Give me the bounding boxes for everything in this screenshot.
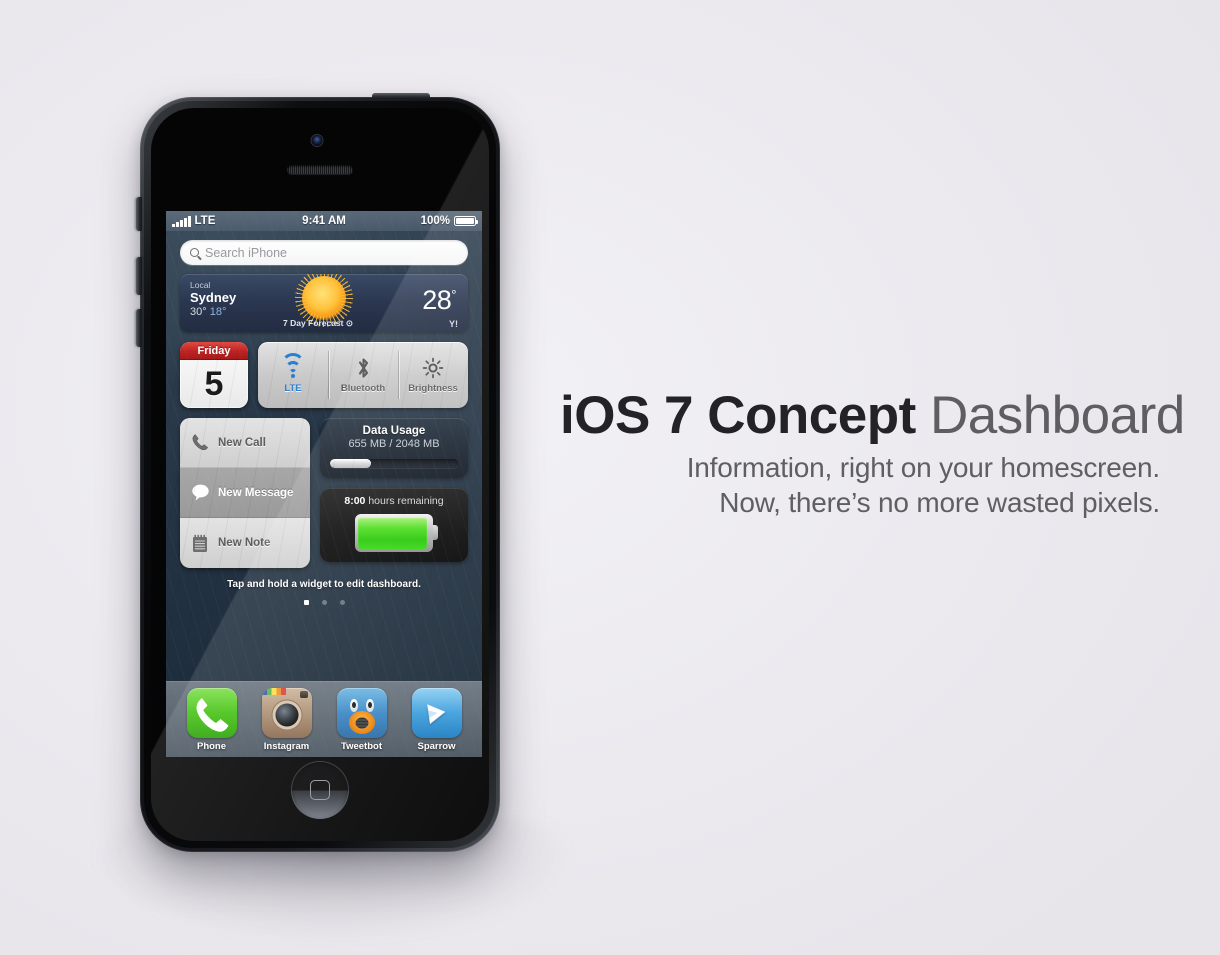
weather-widget[interactable]: Local Sydney 30° 18° 28° 7 Day Forecast … <box>180 274 468 332</box>
dock-app-phone-label: Phone <box>196 741 227 752</box>
volume-down-button[interactable] <box>136 309 142 347</box>
sun-icon <box>302 276 346 320</box>
quick-actions-widget: New Call New Message New Note <box>180 418 310 568</box>
dock-app-tweetbot-label: Tweetbot <box>341 741 382 752</box>
seven-day-forecast-link[interactable]: 7 Day Forecast ⊙ <box>283 318 353 329</box>
home-square-icon <box>310 780 330 800</box>
page-title: iOS 7 Concept Dashboard <box>560 386 1185 445</box>
data-usage-value: 655 MB / 2048 MB <box>348 438 440 450</box>
action-new-note-label: New Note <box>218 537 271 549</box>
data-usage-title: Data Usage <box>362 425 426 437</box>
bluetooth-icon <box>356 357 371 379</box>
page-subtitle: Information, right on your homescreen. N… <box>560 451 1161 520</box>
power-button[interactable] <box>372 93 430 99</box>
weather-high: 30° <box>190 305 207 318</box>
search-icon <box>190 248 199 257</box>
page-dot-1[interactable] <box>303 600 309 605</box>
wifi-icon <box>281 352 305 379</box>
battery-remaining-label: 8:00 hours remaining <box>328 495 460 507</box>
status-bar-right: 100% <box>346 215 479 227</box>
carrier-label: LTE <box>194 215 216 227</box>
status-bar: LTE 9:41 AM 100% <box>166 211 482 231</box>
status-bar-left: LTE <box>172 215 302 227</box>
weather-current-temp: 28° <box>422 285 456 316</box>
widgets-row: New Call New Message New Note Data Usage… <box>180 418 468 568</box>
home-button[interactable] <box>291 761 349 819</box>
data-usage-progress-fill <box>330 459 371 468</box>
sparrow-app-icon <box>411 688 462 738</box>
battery-graphic <box>355 514 438 552</box>
tweetbot-app-icon <box>336 688 387 738</box>
signal-strength-icon <box>172 216 191 227</box>
speech-bubble-icon <box>190 483 210 503</box>
action-new-call[interactable]: New Call <box>180 418 310 468</box>
app-dock: Phone Instagram Tweetbot Sparrow <box>166 681 482 757</box>
volume-up-button[interactable] <box>136 257 142 295</box>
dock-app-instagram-label: Instagram <box>263 741 310 752</box>
action-new-note[interactable]: New Note <box>180 518 310 568</box>
toggle-brightness-label: Brightness <box>408 382 458 394</box>
action-new-call-label: New Call <box>218 436 266 449</box>
battery-icon <box>454 216 479 226</box>
phone-handset-icon <box>190 433 210 453</box>
edit-dashboard-hint: Tap and hold a widget to edit dashboard. <box>227 579 421 590</box>
quick-toggles-widget: LTE Bluetooth Brightness <box>258 342 468 408</box>
calendar-toggles-row: Friday 5 LTE Bluetooth Brightness <box>180 342 468 408</box>
data-usage-progress-track <box>330 459 458 468</box>
battery-percent-label: 100% <box>420 215 451 227</box>
battery-widget[interactable]: 8:00 hours remaining <box>320 488 468 562</box>
calendar-widget[interactable]: Friday 5 <box>180 342 248 408</box>
subtitle-line-1: Information, right on your homescreen. <box>686 452 1161 484</box>
calendar-weekday: Friday <box>180 342 248 360</box>
toggle-brightness[interactable]: Brightness <box>398 345 468 405</box>
dock-app-sparrow[interactable]: Sparrow <box>406 688 468 752</box>
page-dot-2[interactable] <box>321 600 327 605</box>
toggle-lte[interactable]: LTE <box>258 345 328 405</box>
search-placeholder: Search iPhone <box>205 245 288 260</box>
notepad-icon <box>190 533 210 553</box>
dock-app-phone[interactable]: Phone <box>181 688 243 752</box>
iphone-device: LTE 9:41 AM 100% Search iPhone Local Syd… <box>136 93 500 852</box>
data-usage-widget[interactable]: Data Usage 655 MB / 2048 MB <box>320 418 468 478</box>
dock-app-instagram[interactable]: Instagram <box>256 688 318 752</box>
search-input[interactable]: Search iPhone <box>180 240 468 265</box>
mute-switch[interactable] <box>136 197 142 231</box>
weather-city: Sydney <box>190 289 237 305</box>
phone-bezel: LTE 9:41 AM 100% Search iPhone Local Syd… <box>144 101 496 848</box>
right-widget-column: Data Usage 655 MB / 2048 MB 8:00 hours r… <box>320 418 468 562</box>
weather-location-block: Local Sydney 30° 18° <box>190 280 237 319</box>
page-dot-3[interactable] <box>339 600 345 605</box>
weather-high-low: 30° 18° <box>190 306 236 319</box>
toggle-lte-label: LTE <box>284 382 302 394</box>
phone-screen: LTE 9:41 AM 100% Search iPhone Local Syd… <box>166 211 482 757</box>
action-new-message-label: New Message <box>218 486 294 499</box>
brightness-icon <box>422 357 444 379</box>
action-new-message[interactable]: New Message <box>180 468 310 518</box>
search-bar-container: Search iPhone <box>166 231 482 265</box>
toggle-bluetooth[interactable]: Bluetooth <box>328 345 398 405</box>
weather-degree-symbol: ° <box>451 287 456 302</box>
phone-front-face: LTE 9:41 AM 100% Search iPhone Local Syd… <box>151 108 489 841</box>
front-camera-icon <box>311 135 323 146</box>
dock-app-sparrow-label: Sparrow <box>417 741 456 752</box>
headline-bold: iOS 7 Concept <box>560 386 916 445</box>
battery-hours-value: 8:00 <box>344 495 366 507</box>
phone-app-icon <box>186 688 237 738</box>
instagram-app-icon <box>261 688 312 738</box>
battery-graphic-fill <box>358 517 428 549</box>
marketing-copy: iOS 7 Concept Dashboard Information, rig… <box>560 386 1185 521</box>
weather-low: 18° <box>209 305 227 318</box>
calendar-day-number: 5 <box>204 364 224 403</box>
dock-app-tweetbot[interactable]: Tweetbot <box>331 688 393 752</box>
toggle-bluetooth-label: Bluetooth <box>340 382 386 394</box>
battery-remaining-text: hours remaining <box>368 495 444 507</box>
subtitle-line-2: Now, there’s no more wasted pixels. <box>719 486 1160 518</box>
earpiece-speaker-icon <box>287 165 353 174</box>
weather-temp-value: 28 <box>422 285 452 315</box>
page-indicator-dots[interactable] <box>166 600 482 605</box>
status-bar-clock: 9:41 AM <box>302 215 346 227</box>
yahoo-logo: Y! <box>449 319 458 329</box>
headline-light: Dashboard <box>915 386 1185 445</box>
